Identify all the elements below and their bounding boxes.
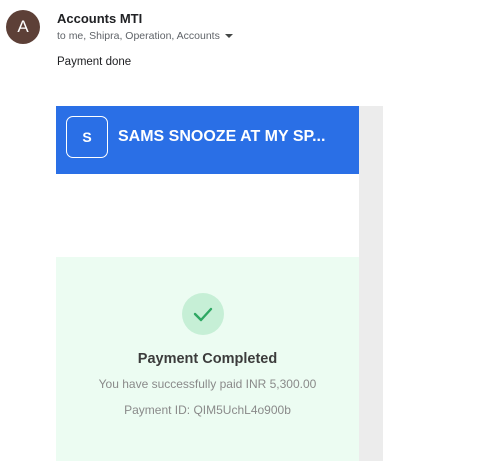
status-amount: You have successfully paid INR 5,300.00 <box>98 377 317 391</box>
chevron-down-icon[interactable] <box>224 34 233 38</box>
email-view: A Accounts MTI to me, Shipra, Operation,… <box>0 0 500 461</box>
payment-card: S SAMS SNOOZE AT MY SP... Payment Comple… <box>56 106 359 461</box>
payment-id: Payment ID: QIM5UchL4o900b <box>124 403 291 417</box>
check-icon <box>182 293 224 335</box>
avatar[interactable]: A <box>6 10 40 44</box>
merchant-initial: S <box>82 129 92 145</box>
recipients-prefix: to <box>57 30 66 42</box>
merchant-name: SAMS SNOOZE AT MY SP... <box>118 128 326 145</box>
success-panel: Payment Completed You have successfully … <box>56 257 359 461</box>
email-body: Payment done <box>57 56 132 68</box>
avatar-letter: A <box>17 17 29 36</box>
card-side-strip <box>359 106 383 461</box>
recipients-line: to me, Shipra, Operation, Accounts <box>57 30 233 42</box>
status-title: Payment Completed <box>137 351 278 367</box>
sender-name[interactable]: Accounts MTI <box>57 11 142 26</box>
card-header: S SAMS SNOOZE AT MY SP... <box>56 106 359 174</box>
merchant-logo: S <box>66 116 108 158</box>
recipients-list: me, Shipra, Operation, Accounts <box>68 30 220 42</box>
